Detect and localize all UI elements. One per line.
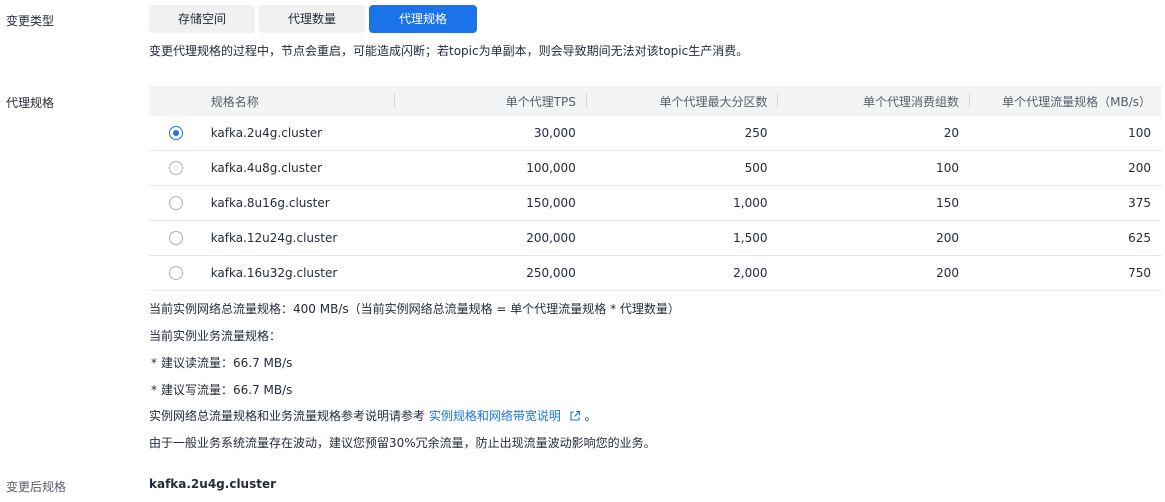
change-type-tabs: 存储空间 代理数量 代理规格 xyxy=(149,5,477,33)
spec-name: kafka.16u32g.cluster xyxy=(200,255,394,291)
spec-groups: 200 xyxy=(777,255,969,291)
spec-flow: 375 xyxy=(968,185,1161,221)
spec-groups: 200 xyxy=(777,220,969,256)
table-row[interactable]: kafka.8u16g.cluster 150,000 1,000 150 37… xyxy=(149,185,1161,221)
read-flow-line: * 建议读流量：66.7 MB/s xyxy=(151,354,292,371)
tab-broker-spec[interactable]: 代理规格 xyxy=(369,5,477,33)
spec-label: 代理规格 xyxy=(6,96,55,110)
spec-partitions: 2,000 xyxy=(585,255,778,291)
spec-partitions: 500 xyxy=(585,150,778,186)
table-header-row: 规格名称 单个代理TPS 单个代理最大分区数 单个代理消费组数 单个代理流量规格… xyxy=(149,86,1161,116)
header-max-partitions: 单个代理最大分区数 xyxy=(585,86,778,116)
spec-radio[interactable] xyxy=(169,231,183,246)
spec-groups: 20 xyxy=(777,116,969,151)
read-flow-text: 建议读流量：66.7 MB/s xyxy=(161,356,293,370)
spec-flow: 750 xyxy=(968,255,1161,291)
header-consumer-groups: 单个代理消费组数 xyxy=(777,86,969,116)
header-flow-spec: 单个代理流量规格（MB/s） xyxy=(968,86,1161,116)
change-type-label: 变更类型 xyxy=(6,14,55,28)
spec-radio[interactable] xyxy=(169,266,183,281)
bullet: * xyxy=(151,383,157,397)
spec-groups: 100 xyxy=(777,150,969,186)
spec-name: kafka.8u16g.cluster xyxy=(200,185,394,221)
business-flow-title: 当前实例业务流量规格： xyxy=(149,329,282,343)
spec-table: 规格名称 单个代理TPS 单个代理最大分区数 单个代理消费组数 单个代理流量规格… xyxy=(149,86,1161,291)
spec-name: kafka.2u4g.cluster xyxy=(200,116,394,151)
reference-line: 实例网络总流量规格和业务流量规格参考说明请参考 实例规格和网络带宽说明 。 xyxy=(149,407,597,425)
tab-broker-count[interactable]: 代理数量 xyxy=(259,5,365,33)
spec-name: kafka.4u8g.cluster xyxy=(200,150,394,186)
reference-prefix: 实例网络总流量规格和业务流量规格参考说明请参考 xyxy=(149,409,426,423)
spec-flow: 100 xyxy=(968,116,1161,151)
table-row[interactable]: kafka.2u4g.cluster 30,000 250 20 100 xyxy=(149,116,1161,151)
write-flow-text: 建议写流量：66.7 MB/s xyxy=(161,383,293,397)
spec-partitions: 1,500 xyxy=(585,220,778,256)
after-spec-label: 变更后规格 xyxy=(6,480,67,494)
bullet: * xyxy=(151,356,157,370)
table-row[interactable]: kafka.12u24g.cluster 200,000 1,500 200 6… xyxy=(149,220,1161,256)
spec-partitions: 250 xyxy=(585,116,778,151)
spec-flow: 200 xyxy=(968,150,1161,186)
write-flow-line: * 建议写流量：66.7 MB/s xyxy=(151,381,292,398)
spec-radio[interactable] xyxy=(169,161,183,176)
external-link-icon[interactable] xyxy=(569,410,581,425)
after-spec-value: kafka.2u4g.cluster xyxy=(149,477,277,491)
reference-link[interactable]: 实例规格和网络带宽说明 xyxy=(429,409,561,423)
reference-suffix: 。 xyxy=(584,409,597,423)
spec-radio-selected[interactable] xyxy=(169,126,183,141)
spec-tps: 200,000 xyxy=(393,220,586,256)
spec-partitions: 1,000 xyxy=(585,185,778,221)
redundancy-tip: 由于一般业务系统流量存在波动，建议您预留30%冗余流量，防止出现流量波动影响您的… xyxy=(149,436,656,450)
total-flow-text: 当前实例网络总流量规格：400 MB/s（当前实例网络总流量规格 = 单个代理流… xyxy=(149,302,680,316)
spec-tps: 150,000 xyxy=(393,185,586,221)
table-row[interactable]: kafka.4u8g.cluster 100,000 500 100 200 xyxy=(149,150,1161,186)
header-tps: 单个代理TPS xyxy=(393,86,586,116)
header-spec-name: 规格名称 xyxy=(200,86,394,116)
header-radio xyxy=(149,86,201,116)
spec-tps: 250,000 xyxy=(393,255,586,291)
spec-radio[interactable] xyxy=(169,196,183,211)
spec-groups: 150 xyxy=(777,185,969,221)
spec-tps: 30,000 xyxy=(393,116,586,151)
spec-name: kafka.12u24g.cluster xyxy=(200,220,394,256)
tab-storage[interactable]: 存储空间 xyxy=(149,5,255,33)
spec-flow: 625 xyxy=(968,220,1161,256)
restart-notice: 变更代理规格的过程中，节点会重启，可能造成闪断；若topic为单副本，则会导致期… xyxy=(149,44,749,58)
table-row[interactable]: kafka.16u32g.cluster 250,000 2,000 200 7… xyxy=(149,255,1161,291)
spec-tps: 100,000 xyxy=(393,150,586,186)
